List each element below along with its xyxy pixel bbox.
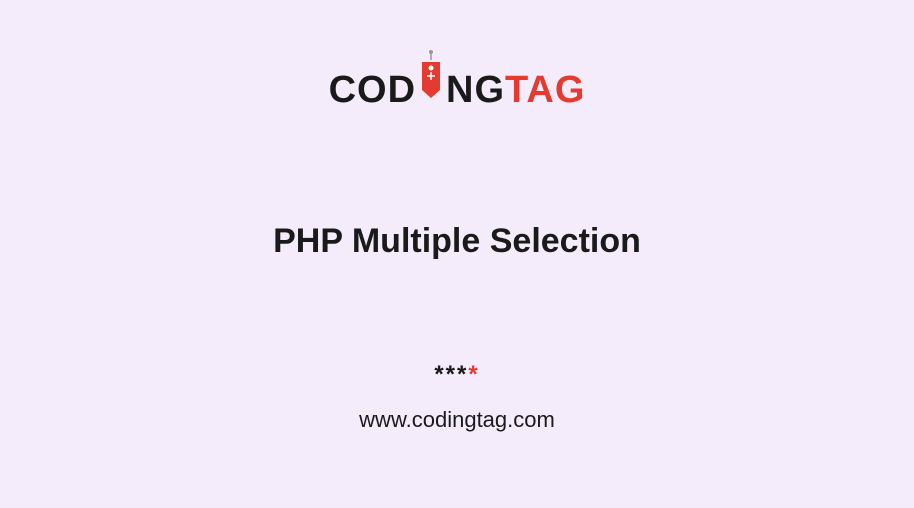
logo-text-tag: TAG: [505, 69, 585, 112]
logo-text-ng: NG: [446, 69, 505, 112]
page-title: PHP Multiple Selection: [273, 222, 641, 261]
tag-icon: [418, 62, 444, 102]
asterisk-red: *: [468, 361, 479, 388]
brand-logo: COD NG TAG: [329, 62, 586, 112]
logo-text-cod: COD: [329, 69, 416, 112]
asterisk-divider: ****: [434, 361, 479, 389]
asterisk-black: ***: [434, 361, 468, 388]
website-url: www.codingtag.com: [359, 407, 555, 433]
